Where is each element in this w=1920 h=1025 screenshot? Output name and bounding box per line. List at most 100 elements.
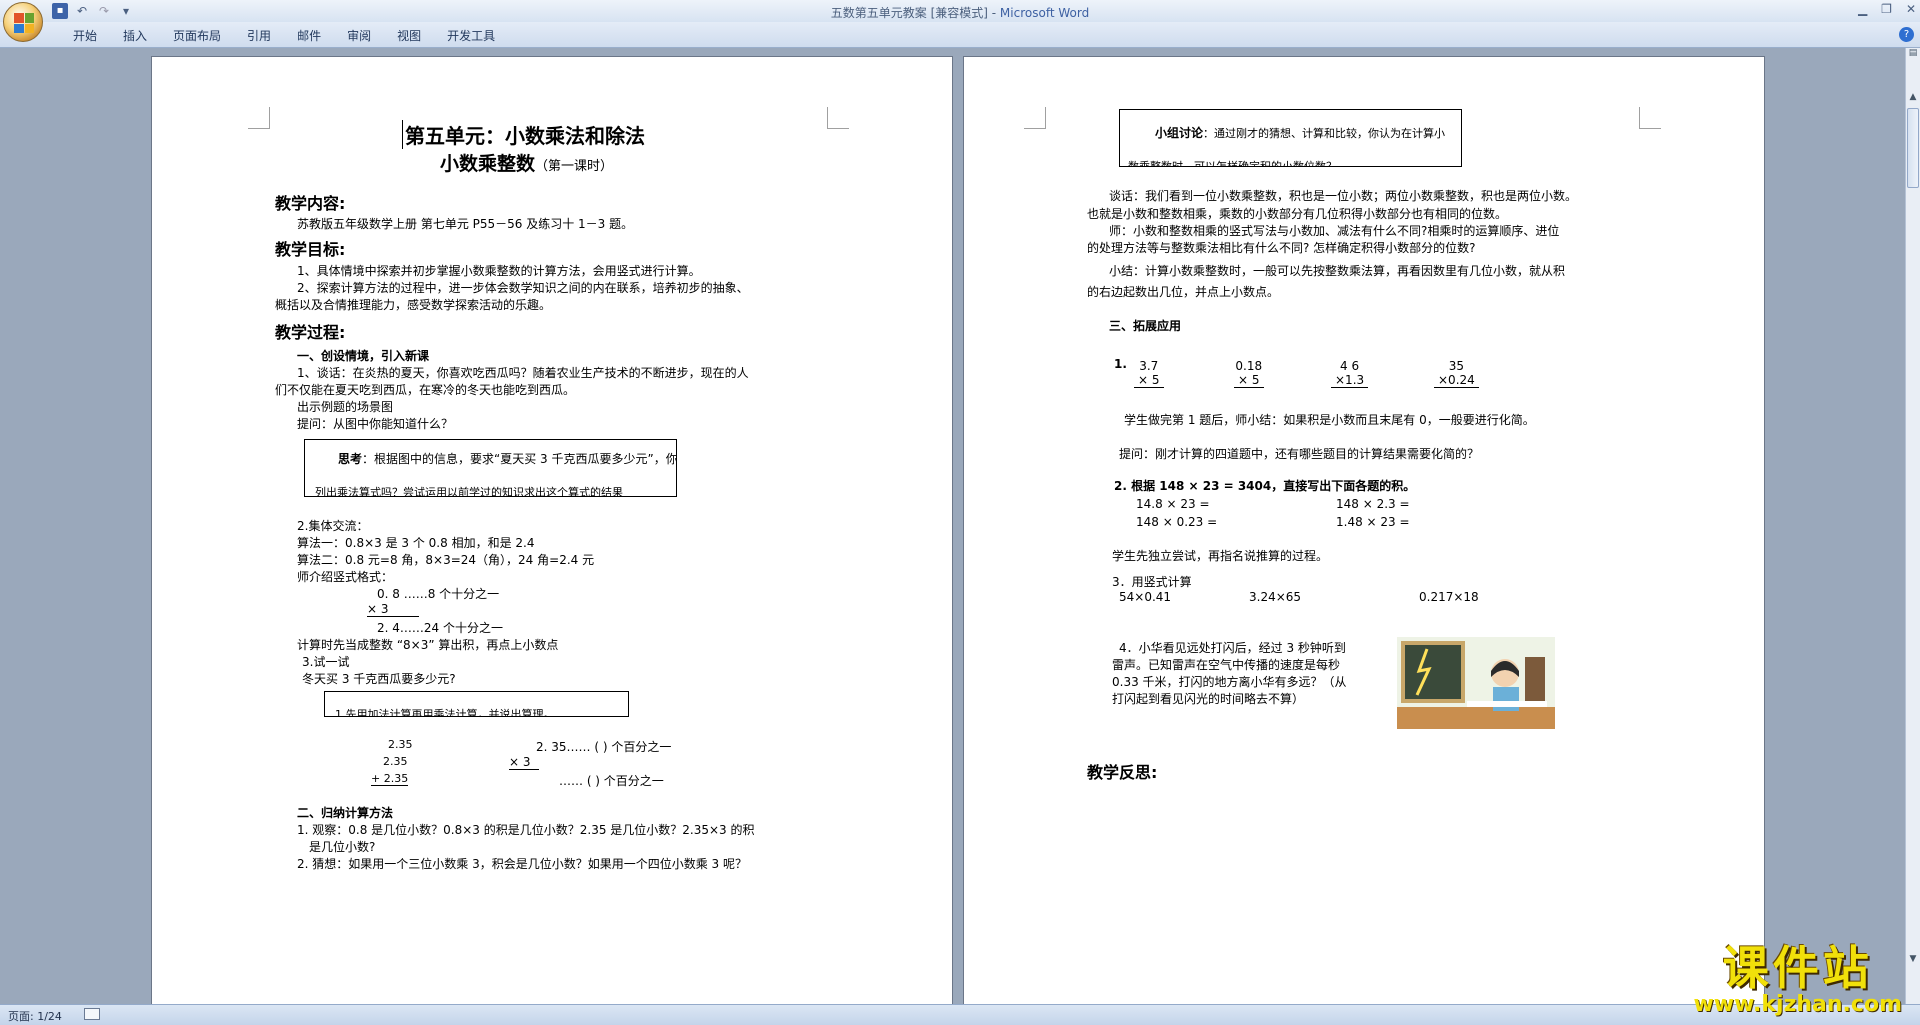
ribbon: 开始 插入 页面布局 引用 邮件 审阅 视图 开发工具 ? — [0, 22, 1920, 48]
goal-2a: 2、探索计算方法的过程中，进一步体会数学知识之间的内在联系，培养初步的抽象、 — [297, 281, 749, 295]
calc-4-bottom: ×0.24 — [1434, 373, 1479, 388]
ruler-toggle-icon[interactable]: ▤ — [1906, 48, 1920, 62]
group-discuss-box: 小组讨论：通过刚才的猜想、计算和比较，你认为在计算小 数乘整数时，可以怎样确定积… — [1119, 109, 1462, 167]
think-line: 思考：根据图中的信息，要求“夏天买 3 千克西瓜要多少元”，你能 — [338, 450, 677, 467]
crop-mark — [248, 107, 270, 129]
calc-3: 4 6 ×1.3 — [1331, 359, 1369, 388]
method-2: 算法二：0.8 元=8 角，8×3=24（角），24 角=2.4 元 — [297, 553, 595, 567]
proofing-icon[interactable] — [84, 1008, 100, 1020]
calc-2-top: 0.18 — [1235, 359, 1263, 373]
status-bar: 页面: 1/24 — [0, 1004, 1920, 1025]
calc-1: 3.7 × 5 — [1134, 359, 1164, 388]
after-question-1: 学生做完第 1 题后，师小结：如果积是小数而且末尾有 0，一般要进行化简。 — [1124, 413, 1535, 427]
goal-1: 1、具体情境中探索并初步掌握小数乘整数的计算方法，会用竖式进行计算。 — [297, 264, 701, 278]
minimize-icon[interactable]: ▁ — [1858, 2, 1867, 16]
talk-2b: 也就是小数和整数相乘，乘数的小数部分有几位积得小数部分也有相同的位数。 — [1087, 207, 1508, 221]
heading-process: 教学过程: — [275, 323, 346, 342]
group-text: ：通过刚才的猜想、计算和比较，你认为在计算小 — [1203, 127, 1446, 140]
try-it: 3.试一试 — [302, 655, 350, 669]
lightning-illustration — [1397, 637, 1555, 729]
subtitle-small: （第一课时） — [535, 159, 614, 174]
method-1: 算法一：0.8×3 是 3 个 0.8 相加，和是 2.4 — [297, 536, 535, 550]
observe-1: 1. 观察：0.8 是几位小数？0.8×3 的积是几位小数？2.35 是几位小数… — [297, 823, 755, 837]
crop-mark — [1639, 107, 1661, 129]
kjzhan-watermark: 课件站 www.kjzhan.com — [1693, 932, 1902, 1017]
crop-mark — [1024, 107, 1046, 129]
window-title: 五数第五单元教案 [兼容模式] - Microsoft Word — [0, 4, 1920, 21]
teacher-1: 师：小数和整数相乘的竖式写法与小数加、减法有什么不同?相乘时的运算顺序、进位 — [1109, 224, 1560, 238]
window-controls: ▁ ❐ ✕ — [1858, 2, 1916, 16]
vertical-line-2: × 3 — [367, 602, 419, 617]
calc-1-top: 3.7 — [1139, 359, 1159, 373]
tab-references[interactable]: 引用 — [234, 27, 284, 45]
section-2: 二、归纳计算方法 — [297, 806, 394, 820]
calc-2-bottom: × 5 — [1234, 373, 1264, 388]
summary-1: 小结：计算小数乘整数时，一般可以先按整数乘法算，再看因数里有几位小数，就从积 — [1109, 264, 1566, 278]
self-try: 学生先独立尝试，再指名说推算的过程。 — [1112, 549, 1329, 563]
ribbon-tabs: 开始 插入 页面布局 引用 邮件 审阅 视图 开发工具 — [60, 27, 508, 45]
document-workspace[interactable]: 第五单元：小数乘法和除法 小数乘整数（第一课时） 教学内容: 苏教版五年级数学上… — [0, 48, 1905, 1004]
think-box: 思考：根据图中的信息，要求“夏天买 3 千克西瓜要多少元”，你能 列出乘法算式吗… — [304, 439, 677, 497]
vertical-line-1: 0. 8 ……8 个十分之一 — [377, 587, 500, 601]
tab-developer[interactable]: 开发工具 — [434, 27, 508, 45]
question-3: 3．用竖式计算 — [1112, 575, 1192, 589]
teacher-2: 的处理方法等与整数乘法相比有什么不同? 怎样确定积得小数部分的位数? — [1087, 241, 1476, 255]
add-row-1: 2.35 — [388, 738, 413, 751]
tab-view[interactable]: 视图 — [384, 27, 434, 45]
office-logo-icon — [14, 13, 34, 33]
ask-simplify: 提问：刚才计算的四道题中，还有哪些题目的计算结果需要化简的？ — [1119, 447, 1480, 461]
tab-insert[interactable]: 插入 — [110, 27, 160, 45]
document-page-1[interactable]: 第五单元：小数乘法和除法 小数乘整数（第一课时） 教学内容: 苏教版五年级数学上… — [151, 56, 953, 1004]
scroll-down-icon[interactable]: ▼ — [1906, 954, 1920, 964]
calc-note: 计算时先当成整数 “8×3” 算出积，再点上小数点 — [297, 638, 559, 652]
ask-question: 提问：从图中你能知道什么？ — [297, 417, 454, 431]
group-line: 小组讨论：通过刚才的猜想、计算和比较，你认为在计算小 — [1155, 124, 1445, 141]
think-cut-text: 列出乘法算式吗？尝试运用以前学过的知识求出这个算式的结果 — [315, 486, 623, 497]
document-title: 五数第五单元教案 [兼容模式] - — [830, 6, 1000, 20]
add-row-2: 2.35 — [383, 755, 408, 768]
goal-2b: 概括以及合情推理能力，感受数学探索活动的乐趣。 — [275, 298, 552, 312]
help-icon[interactable]: ? — [1899, 27, 1914, 42]
restore-icon[interactable]: ❐ — [1881, 2, 1892, 16]
document-page-2[interactable]: 小组讨论：通过刚才的猜想、计算和比较，你认为在计算小 数乘整数时，可以怎样确定积… — [963, 56, 1765, 1004]
doc-subtitle: 小数乘整数（第一课时） — [440, 149, 613, 176]
page-indicator[interactable]: 页面: 1/24 — [8, 1008, 62, 1024]
guess: 2. 猜想：如果用一个三位小数乘 3，积会是几位小数？如果用一个四位小数乘 3 … — [297, 857, 747, 871]
show-scene: 出示例题的场景图 — [297, 400, 394, 414]
tab-review[interactable]: 审阅 — [334, 27, 384, 45]
talk-2a: 谈话：我们看到一位小数乘整数，积也是一位小数；两位小数乘整数，积也是两位小数。 — [1109, 189, 1578, 203]
group-label: 小组讨论 — [1155, 126, 1204, 140]
talk-1b: 们不仅能在夏天吃到西瓜，在寒冷的冬天也能吃到西瓜。 — [275, 383, 576, 397]
vertical-line-3: 2. 4……24 个十分之一 — [377, 621, 503, 635]
group-cut-text: 数乘整数时，可以怎样确定积的小数位数？ — [1128, 160, 1337, 167]
calc-4: 35 ×0.24 — [1434, 359, 1479, 388]
close-icon[interactable]: ✕ — [1906, 2, 1916, 16]
scrollbar-thumb[interactable] — [1907, 108, 1919, 188]
question-4c: 0.33 千米，打闪的地方离小华有多远？（从 — [1112, 675, 1347, 689]
scroll-up-icon[interactable]: ▲ — [1906, 92, 1920, 106]
think-label: 思考 — [338, 452, 363, 466]
watermark-text-cn: 课件站 — [1722, 941, 1873, 995]
question-1-number: 1. — [1114, 357, 1127, 371]
question-4b: 雷声。已知雷声在空气中传播的速度是每秒 — [1112, 658, 1341, 672]
summary-2: 的右边起数出几位，并点上小数点。 — [1087, 285, 1280, 299]
add-row-3: + 2.35 — [371, 772, 409, 786]
content-text: 苏教版五年级数学上册 第七单元 P55－56 及练习十 1－3 题。 — [297, 217, 634, 231]
office-button[interactable] — [3, 2, 43, 42]
expr-1: 14.8 × 23 = — [1136, 497, 1210, 511]
vertical-scrollbar[interactable]: ▤ ▲ ▼ — [1905, 48, 1920, 1004]
tab-mailings[interactable]: 邮件 — [284, 27, 334, 45]
tab-page-layout[interactable]: 页面布局 — [160, 27, 234, 45]
heading-content: 教学内容: — [275, 194, 346, 213]
question-4d: 打闪起到看见闪光的时间略去不算） — [1112, 692, 1305, 706]
doc-title: 第五单元：小数乘法和除法 — [402, 120, 645, 149]
winter-question: 冬天买 3 千克西瓜要多少元? — [302, 672, 456, 686]
exchange: 2.集体交流： — [297, 519, 369, 533]
tab-home[interactable]: 开始 — [60, 27, 110, 45]
illustration-image — [1397, 641, 1555, 729]
calc-3-bottom: ×1.3 — [1331, 373, 1369, 388]
hint-cut-text: 1.先用加法计算再用乘法计算，并说出算理。 — [335, 708, 555, 717]
crop-mark — [827, 107, 849, 129]
calc-2: 0.18 × 5 — [1234, 359, 1264, 388]
think-text: ：根据图中的信息，要求“夏天买 3 千克西瓜要多少元”，你能 — [362, 452, 677, 466]
